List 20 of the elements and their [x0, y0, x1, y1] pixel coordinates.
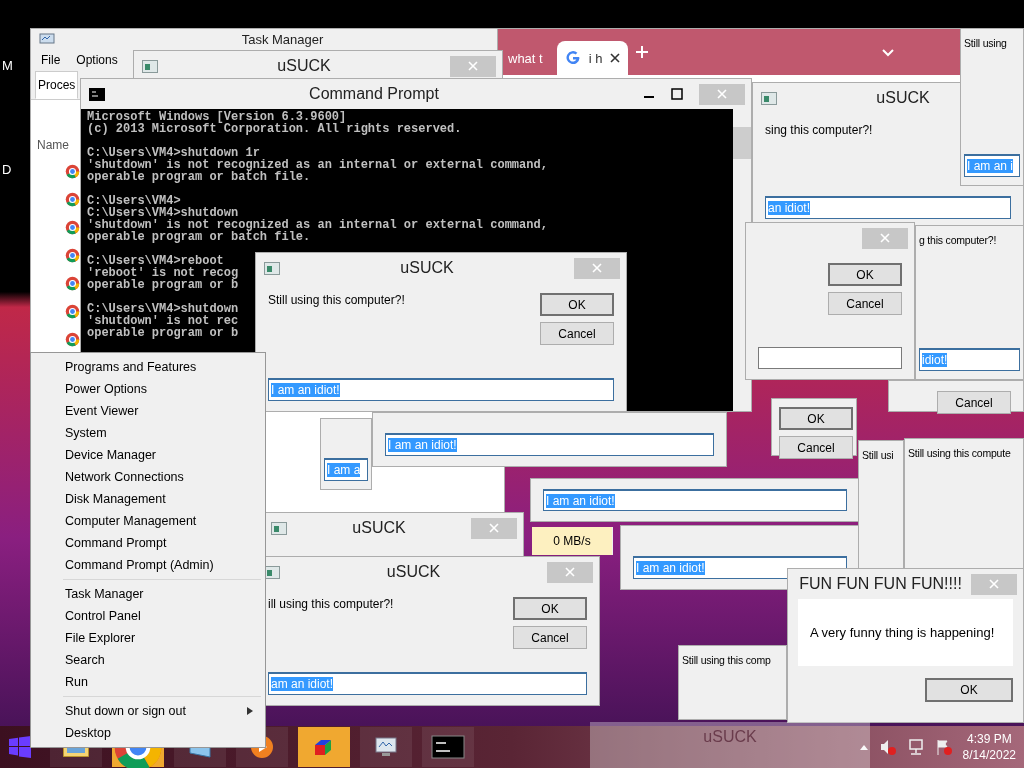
window-title: uSUCK	[875, 89, 931, 107]
window-title: uSUCK	[276, 57, 332, 75]
desktop-icon-label: M	[2, 58, 13, 73]
message-text: Still using	[964, 37, 1007, 49]
message-text: Still usi	[862, 449, 894, 461]
window-title: Command Prompt	[308, 85, 440, 103]
message-text: ill using this computer?!	[268, 597, 394, 613]
window-title: uSUCK	[703, 728, 757, 747]
message-text: g this computer?!	[919, 234, 997, 246]
message-text: sing this computer?!	[765, 123, 873, 137]
message-text: Still using this comp	[682, 654, 771, 666]
message-text: A very funny thing is happening!	[798, 599, 1013, 666]
window-title: uSUCK	[385, 563, 442, 581]
desktop-icon-label: D	[2, 162, 12, 177]
table-cell: 0 MB/s	[532, 527, 613, 555]
window-title: uSUCK	[351, 519, 407, 537]
window-title: uSUCK	[399, 259, 455, 277]
message-text: Still using this compute	[908, 447, 1011, 459]
window-title: Task Manager	[240, 31, 325, 47]
message-text: Still using this computer?!	[268, 293, 405, 309]
